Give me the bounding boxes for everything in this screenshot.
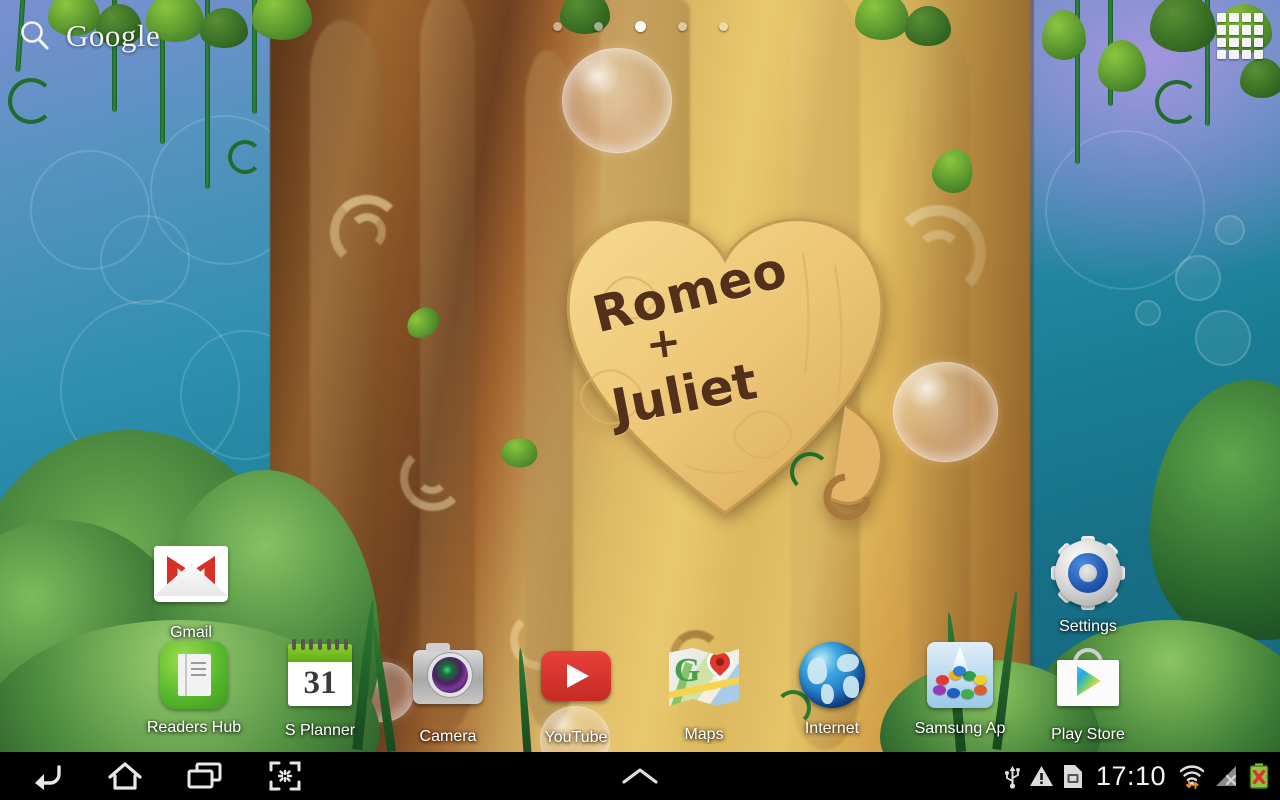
page-dot-2[interactable] bbox=[593, 22, 603, 31]
maps-icon[interactable]: G bbox=[667, 648, 741, 722]
heart-carving-sign bbox=[545, 195, 905, 525]
status-bar[interactable]: 17:10 bbox=[1004, 761, 1270, 792]
sim-card-alert-icon bbox=[1062, 764, 1084, 789]
chevron-up-icon[interactable] bbox=[618, 765, 662, 787]
camera-icon[interactable] bbox=[411, 643, 485, 724]
usb-icon bbox=[1004, 763, 1021, 789]
youtube-icon[interactable] bbox=[539, 651, 613, 725]
page-dot-5[interactable] bbox=[718, 22, 728, 31]
gmail-icon[interactable] bbox=[154, 546, 228, 620]
warning-triangle-icon bbox=[1029, 765, 1054, 788]
screen-capture-icon[interactable] bbox=[262, 756, 308, 796]
back-arrow-icon[interactable] bbox=[22, 756, 68, 796]
navigation-bar: 17:10 bbox=[0, 752, 1280, 800]
leaf bbox=[855, 0, 909, 40]
app-icon-readers-hub[interactable]: Readers Hub bbox=[138, 638, 250, 737]
page-dot-1[interactable] bbox=[552, 22, 562, 31]
apps-grid-icon[interactable] bbox=[1214, 10, 1266, 62]
home-icon[interactable] bbox=[102, 756, 148, 796]
soap-bubble bbox=[893, 362, 998, 462]
readers-hub-icon[interactable] bbox=[157, 641, 231, 715]
battery-error-icon bbox=[1248, 763, 1270, 789]
status-clock: 17:10 bbox=[1095, 760, 1166, 791]
soap-bubble bbox=[562, 48, 672, 153]
bokeh-circle bbox=[1195, 310, 1251, 366]
leaf bbox=[1098, 40, 1146, 92]
bokeh-circle bbox=[1175, 255, 1221, 301]
bush bbox=[1150, 380, 1280, 640]
settings-gear-icon[interactable] bbox=[1051, 536, 1125, 614]
leaf bbox=[252, 0, 312, 40]
recent-apps-icon[interactable] bbox=[182, 756, 228, 796]
google-search-widget[interactable]: Google bbox=[10, 8, 250, 64]
app-label-s-planner: S Planner bbox=[284, 722, 356, 739]
app-icon-maps[interactable]: G Maps bbox=[648, 638, 760, 744]
vine-tendril bbox=[790, 452, 830, 492]
home-screen: Romeo + Juliet Google Gmail Settings Rea… bbox=[0, 0, 1280, 800]
app-icon-samsung-apps[interactable]: Samsung Ap bbox=[904, 638, 1016, 738]
app-label-settings: Settings bbox=[1059, 618, 1117, 635]
leaf bbox=[1240, 58, 1280, 98]
app-icon-internet[interactable]: Internet bbox=[776, 638, 888, 738]
app-icon-play-store[interactable]: Play Store bbox=[1032, 638, 1144, 744]
bokeh-circle bbox=[1215, 215, 1245, 245]
vine-tendril bbox=[8, 78, 54, 124]
app-label-readers-hub: Readers Hub bbox=[146, 719, 242, 736]
bokeh-circle bbox=[1135, 300, 1161, 326]
app-label-maps: Maps bbox=[684, 726, 724, 743]
play-store-icon[interactable] bbox=[1051, 648, 1125, 722]
globe-icon[interactable] bbox=[795, 642, 869, 716]
app-label-internet: Internet bbox=[804, 720, 860, 737]
samsung-apps-icon[interactable] bbox=[923, 642, 997, 716]
nav-buttons bbox=[0, 756, 308, 796]
page-dot-4[interactable] bbox=[677, 22, 687, 31]
app-icon-youtube[interactable]: YouTube bbox=[520, 638, 632, 747]
app-icon-settings[interactable]: Settings bbox=[1032, 536, 1144, 636]
app-label-youtube: YouTube bbox=[544, 729, 608, 746]
page-indicator bbox=[0, 21, 1280, 32]
no-signal-icon bbox=[1214, 764, 1240, 789]
app-label-play-store: Play Store bbox=[1051, 726, 1125, 743]
app-label-camera: Camera bbox=[419, 728, 477, 745]
app-label-samsung-apps: Samsung Ap bbox=[914, 720, 1006, 737]
app-icon-gmail[interactable]: Gmail bbox=[135, 536, 247, 642]
vine-tendril bbox=[1155, 80, 1199, 124]
calendar-day-number: 31 bbox=[303, 665, 337, 701]
calendar-icon[interactable]: 31 bbox=[283, 639, 357, 718]
app-icon-camera[interactable]: Camera bbox=[392, 638, 504, 746]
wifi-transfer-icon bbox=[1178, 762, 1206, 790]
vine-tendril bbox=[228, 140, 262, 174]
page-dot-3[interactable] bbox=[634, 21, 646, 32]
app-icon-s-planner[interactable]: 31 S Planner bbox=[264, 638, 376, 740]
